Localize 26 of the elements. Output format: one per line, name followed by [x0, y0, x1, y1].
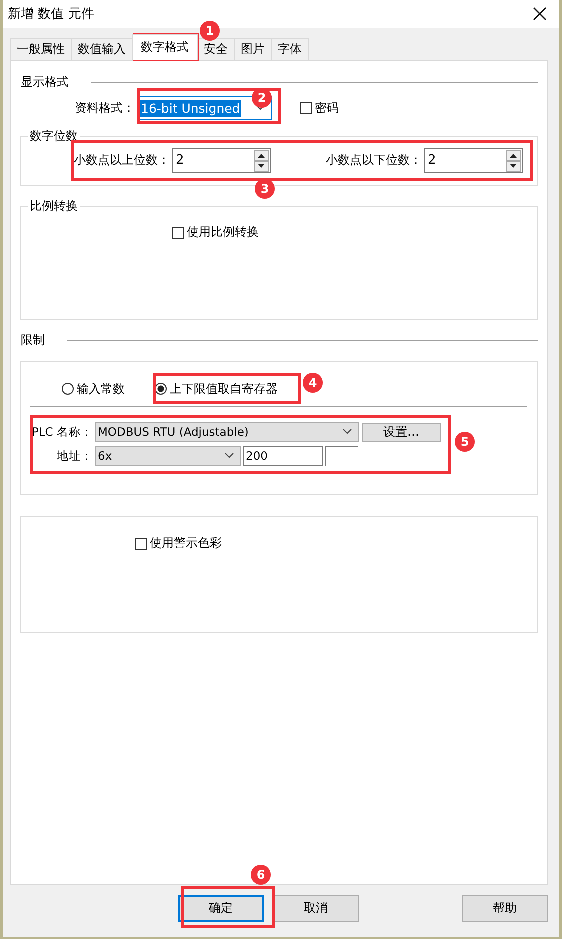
radio-label: 输入常数 [77, 380, 125, 398]
dialog-button[interactable]: 帮助 [462, 895, 548, 922]
address-type-dropdown[interactable]: 6x [95, 446, 241, 466]
group-title: 比例转换 [28, 198, 80, 215]
tab[interactable]: 字体 [271, 38, 309, 60]
window-title: 新增 数值 元件 [8, 6, 94, 23]
section-heading: 限制 [20, 332, 45, 348]
address-field[interactable]: 200 [243, 446, 323, 466]
field-label: PLC 名称： [30, 424, 93, 440]
section-heading: 显示格式 [20, 74, 69, 90]
tab[interactable]: 数字格式 [132, 34, 198, 60]
dialog-button[interactable]: 确定 [178, 895, 264, 922]
checkbox-label: 密码 [315, 100, 339, 116]
number-spinner[interactable]: 2 [172, 148, 271, 173]
dialog-button[interactable]: 取消 [273, 895, 359, 922]
checkbox-label: 使用比例转换 [187, 224, 259, 241]
field-label: 资料格式： [75, 100, 135, 116]
checkbox-label: 使用警示色彩 [150, 535, 222, 552]
number-spinner[interactable]: 2 [424, 148, 523, 173]
radio-label: 上下限值取自寄存器 [170, 380, 278, 398]
settings-button[interactable]: 设置… [362, 422, 441, 442]
plc-dropdown[interactable]: MODBUS RTU (Adjustable) [95, 422, 359, 442]
field-label: 小数点以上位数： [74, 152, 170, 169]
tab[interactable]: 一般属性 [10, 38, 72, 60]
field-label: 小数点以下位数： [326, 152, 422, 169]
field-label: 地址： [56, 448, 93, 464]
